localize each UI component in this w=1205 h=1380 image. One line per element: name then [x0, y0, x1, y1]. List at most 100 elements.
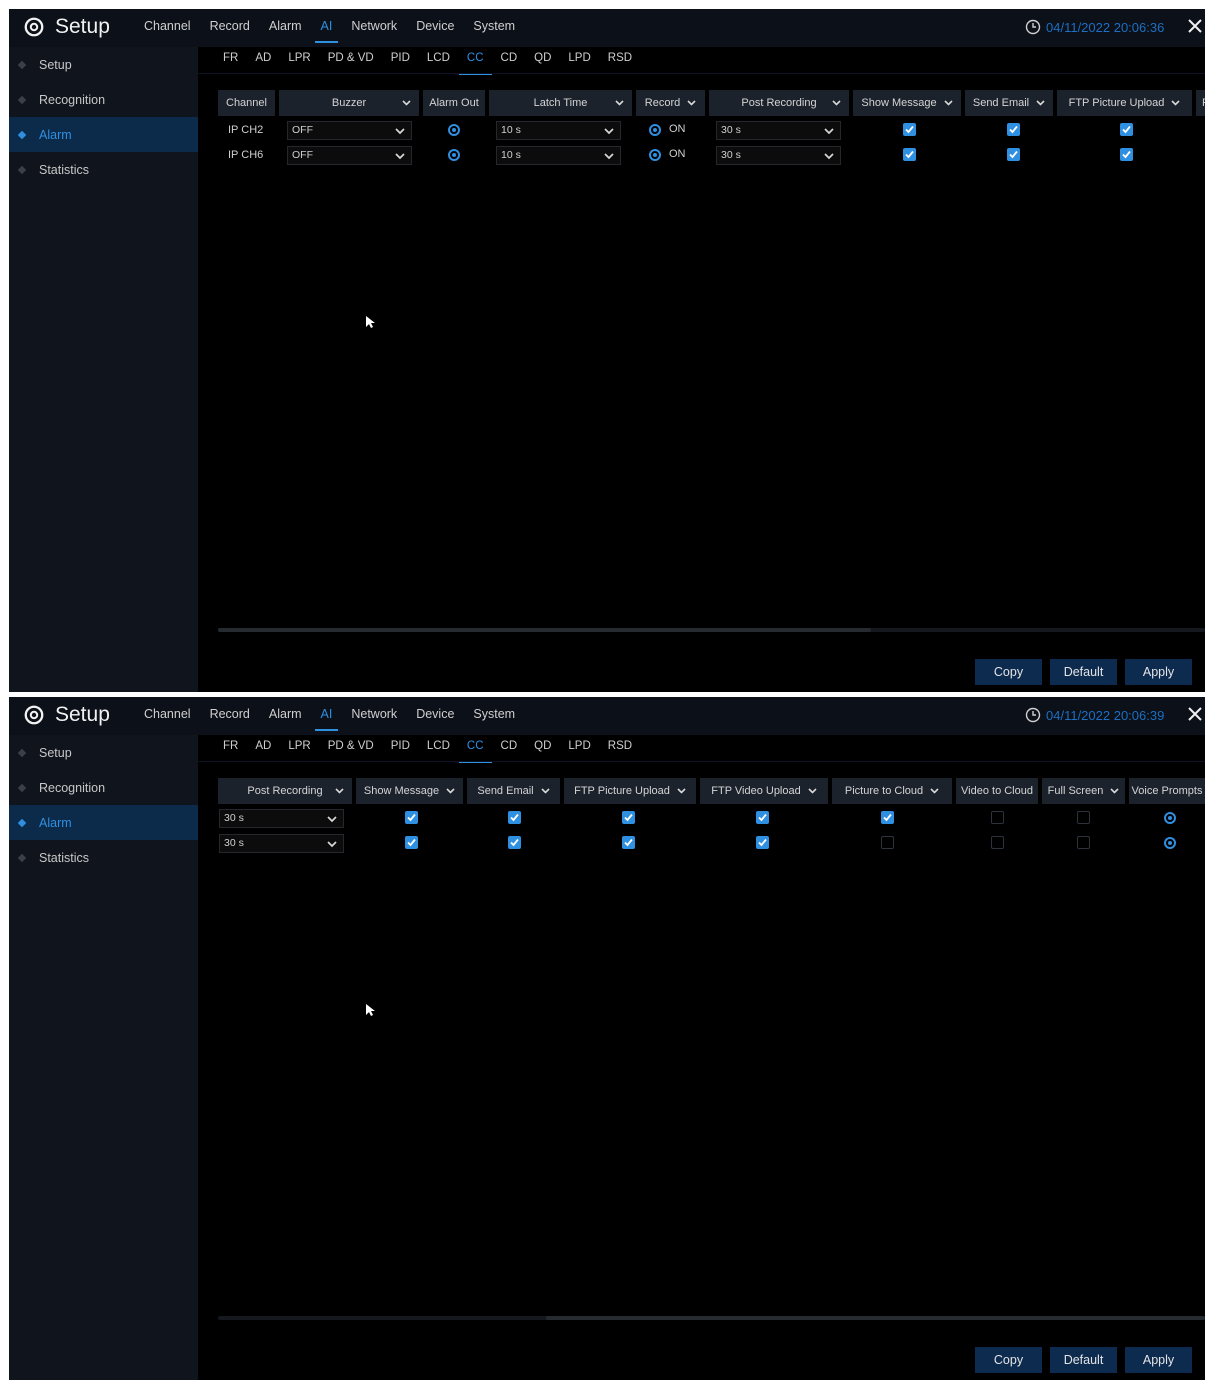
horizontal-scrollbar[interactable] — [218, 1316, 1205, 1320]
menu-alarm[interactable]: Alarm — [269, 707, 302, 727]
col-ftp-video-upload[interactable]: FTP Video Upload — [700, 778, 828, 804]
tab-rsd[interactable]: RSD — [608, 740, 632, 752]
menu-channel[interactable]: Channel — [144, 19, 191, 39]
video-to-cloud-checkbox[interactable] — [991, 836, 1004, 849]
show-message-checkbox[interactable] — [405, 811, 418, 824]
voice-prompts-radio[interactable] — [1164, 837, 1176, 849]
menu-ai[interactable]: AI — [314, 707, 339, 731]
tab-lcd[interactable]: LCD — [427, 52, 450, 64]
tab-qd[interactable]: QD — [534, 52, 551, 64]
menu-alarm[interactable]: Alarm — [269, 19, 302, 39]
show-message-checkbox[interactable] — [903, 148, 916, 161]
full-screen-checkbox[interactable] — [1077, 836, 1090, 849]
col-record[interactable]: Record — [636, 90, 705, 116]
tab-fr[interactable]: FR — [223, 52, 238, 64]
send-email-checkbox[interactable] — [508, 836, 521, 849]
copy-button[interactable]: Copy — [975, 659, 1042, 685]
tab-pid[interactable]: PID — [391, 740, 410, 752]
picture-to-cloud-checkbox[interactable] — [881, 836, 894, 849]
col-picture-to-cloud[interactable]: Picture to Cloud — [832, 778, 952, 804]
voice-prompts-radio[interactable] — [1164, 812, 1176, 824]
menu-device[interactable]: Device — [416, 19, 454, 39]
tab-cd[interactable]: CD — [501, 740, 518, 752]
sidebar-item-setup[interactable]: Setup — [9, 735, 198, 770]
default-button[interactable]: Default — [1050, 1347, 1117, 1373]
col-ftp-picture-upload[interactable]: FTP Picture Upload — [564, 778, 696, 804]
scrollbar-thumb[interactable] — [218, 628, 871, 632]
close-icon[interactable] — [1186, 705, 1204, 723]
sidebar-item-setup[interactable]: Setup — [9, 47, 198, 82]
sidebar-item-recognition[interactable]: Recognition — [9, 770, 198, 805]
latch-time-select[interactable]: 10 s — [496, 146, 621, 165]
alarm-out-radio[interactable] — [448, 124, 460, 136]
sidebar-item-alarm[interactable]: Alarm — [9, 117, 198, 152]
menu-device[interactable]: Device — [416, 707, 454, 727]
sidebar-item-alarm[interactable]: Alarm — [9, 805, 198, 840]
menu-system[interactable]: System — [473, 707, 515, 727]
tab-lpd[interactable]: LPD — [568, 740, 590, 752]
sidebar-item-statistics[interactable]: Statistics — [9, 840, 198, 875]
tab-cc[interactable]: CC — [459, 740, 491, 763]
menu-network[interactable]: Network — [351, 707, 397, 727]
send-email-checkbox[interactable] — [1007, 148, 1020, 161]
horizontal-scrollbar[interactable] — [218, 628, 1205, 632]
col-send-email[interactable]: Send Email — [467, 778, 560, 804]
post-recording-select[interactable]: 30 s — [716, 121, 841, 140]
tab-lpd[interactable]: LPD — [568, 52, 590, 64]
post-recording-select[interactable]: 30 s — [219, 834, 344, 853]
picture-to-cloud-checkbox[interactable] — [881, 811, 894, 824]
tab-lpr[interactable]: LPR — [288, 52, 310, 64]
send-email-checkbox[interactable] — [508, 811, 521, 824]
scrollbar-thumb[interactable] — [546, 1316, 1205, 1320]
record-radio[interactable] — [649, 149, 661, 161]
tab-pid[interactable]: PID — [391, 52, 410, 64]
col-buzzer[interactable]: Buzzer — [279, 90, 419, 116]
tab-qd[interactable]: QD — [534, 740, 551, 752]
apply-button[interactable]: Apply — [1125, 659, 1192, 685]
menu-channel[interactable]: Channel — [144, 707, 191, 727]
apply-button[interactable]: Apply — [1125, 1347, 1192, 1373]
video-to-cloud-checkbox[interactable] — [991, 811, 1004, 824]
buzzer-select[interactable]: OFF — [287, 121, 412, 140]
tab-ad[interactable]: AD — [255, 52, 271, 64]
menu-ai[interactable]: AI — [314, 19, 339, 43]
col-show-message[interactable]: Show Message — [356, 778, 463, 804]
menu-system[interactable]: System — [473, 19, 515, 39]
ftp-video-upload-checkbox[interactable] — [756, 811, 769, 824]
show-message-checkbox[interactable] — [405, 836, 418, 849]
ftp-picture-upload-checkbox[interactable] — [622, 836, 635, 849]
latch-time-select[interactable]: 10 s — [496, 121, 621, 140]
record-radio[interactable] — [649, 124, 661, 136]
ftp-picture-upload-checkbox[interactable] — [1120, 148, 1133, 161]
full-screen-checkbox[interactable] — [1077, 811, 1090, 824]
tab-pd-vd[interactable]: PD & VD — [328, 740, 374, 752]
tab-lpr[interactable]: LPR — [288, 740, 310, 752]
tab-pd-vd[interactable]: PD & VD — [328, 52, 374, 64]
col-send-email[interactable]: Send Email — [965, 90, 1053, 116]
col-latch-time[interactable]: Latch Time — [489, 90, 632, 116]
sidebar-item-statistics[interactable]: Statistics — [9, 152, 198, 187]
post-recording-select[interactable]: 30 s — [716, 146, 841, 165]
col-ftp-picture-upload[interactable]: FTP Picture Upload — [1057, 90, 1192, 116]
ftp-picture-upload-checkbox[interactable] — [622, 811, 635, 824]
tab-rsd[interactable]: RSD — [608, 52, 632, 64]
col-post-recording[interactable]: Post Recording — [709, 90, 849, 116]
col-full-screen[interactable]: Full Screen — [1042, 778, 1125, 804]
default-button[interactable]: Default — [1050, 659, 1117, 685]
alarm-out-radio[interactable] — [448, 149, 460, 161]
col-post-recording[interactable]: Post Recording — [218, 778, 352, 804]
buzzer-select[interactable]: OFF — [287, 146, 412, 165]
sidebar-item-recognition[interactable]: Recognition — [9, 82, 198, 117]
col-show-message[interactable]: Show Message — [853, 90, 961, 116]
tab-ad[interactable]: AD — [255, 740, 271, 752]
tab-fr[interactable]: FR — [223, 740, 238, 752]
tab-lcd[interactable]: LCD — [427, 740, 450, 752]
copy-button[interactable]: Copy — [975, 1347, 1042, 1373]
tab-cc[interactable]: CC — [459, 52, 491, 75]
post-recording-select[interactable]: 30 s — [219, 809, 344, 828]
menu-network[interactable]: Network — [351, 19, 397, 39]
ftp-picture-upload-checkbox[interactable] — [1120, 123, 1133, 136]
menu-record[interactable]: Record — [210, 707, 250, 727]
ftp-video-upload-checkbox[interactable] — [756, 836, 769, 849]
menu-record[interactable]: Record — [210, 19, 250, 39]
